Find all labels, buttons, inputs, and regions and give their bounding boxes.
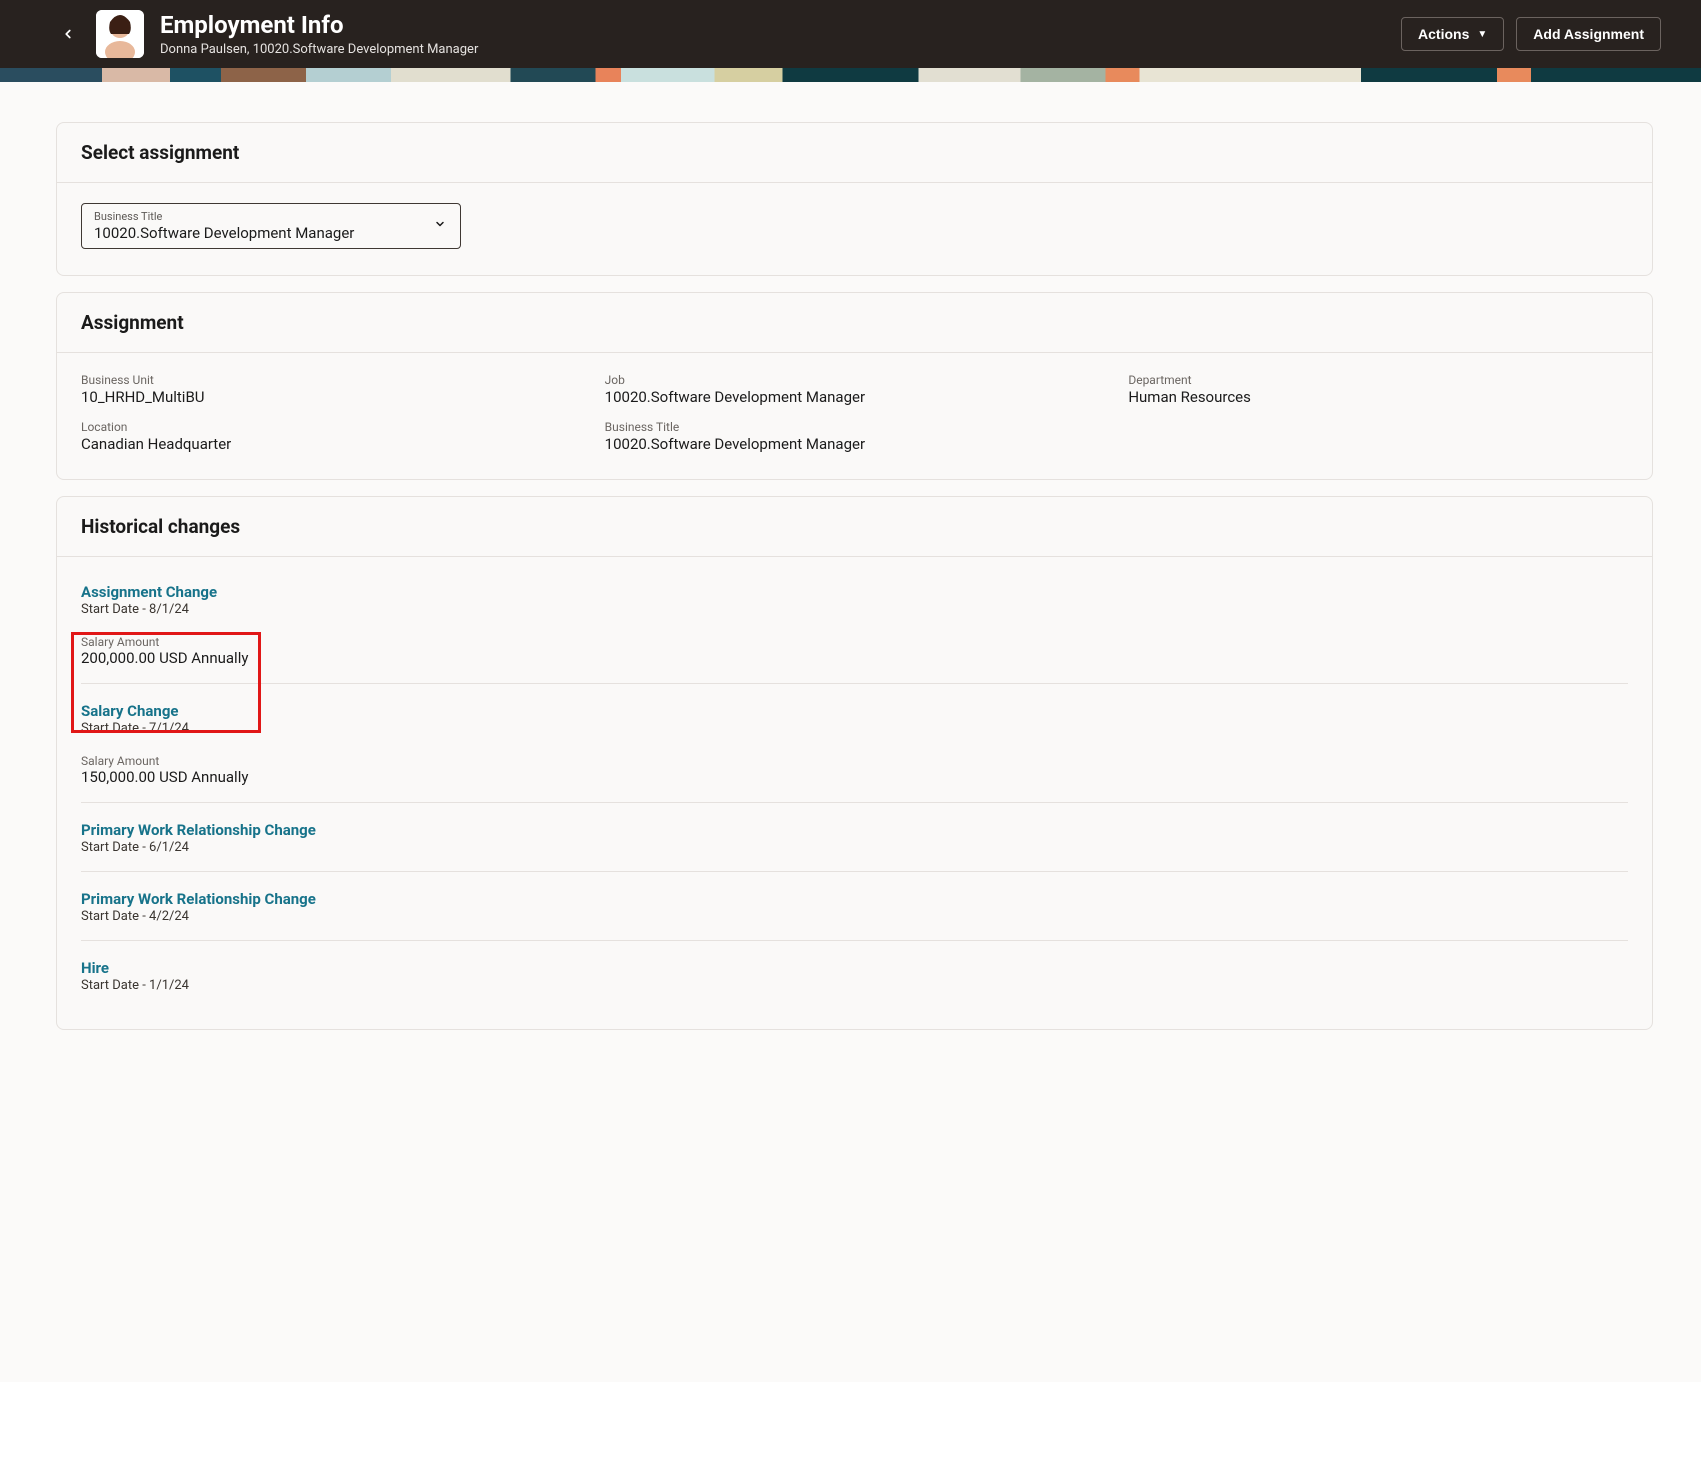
history-item-start-date: Start Date - 1/1/24 — [81, 978, 1628, 993]
field-label: Job — [605, 373, 1105, 387]
field-label: Business Title — [605, 420, 1105, 434]
history-salary-label: Salary Amount — [81, 635, 1628, 649]
field-value: Human Resources — [1128, 388, 1628, 406]
assignment-field: LocationCanadian Headquarter — [81, 420, 581, 453]
select-assignment-card: Select assignment Business Title 10020.S… — [56, 122, 1653, 276]
assignment-field: DepartmentHuman Resources — [1128, 373, 1628, 406]
field-value: 10020.Software Development Manager — [605, 435, 1105, 453]
history-item-start-date: Start Date - 7/1/24 — [81, 721, 1628, 736]
select-assignment-heading: Select assignment — [57, 123, 1652, 183]
decorative-banner — [0, 68, 1701, 82]
history-heading: Historical changes — [57, 497, 1652, 557]
page-subtitle: Donna Paulsen, 10020.Software Developmen… — [160, 42, 1401, 57]
history-item: Assignment ChangeStart Date - 8/1/24 Sala… — [81, 565, 1628, 684]
assignment-field: Business Unit10_HRHD_MultiBU — [81, 373, 581, 406]
field-value: 10_HRHD_MultiBU — [81, 388, 581, 406]
assignment-card: Assignment Business Unit10_HRHD_MultiBU J… — [56, 292, 1653, 480]
chevron-down-icon — [434, 218, 446, 234]
history-item: Salary ChangeStart Date - 7/1/24 Salary A… — [81, 684, 1628, 803]
header-actions: Actions ▼ Add Assignment — [1401, 17, 1661, 51]
history-item-title[interactable]: Assignment Change — [81, 583, 1628, 601]
assignment-field: Job10020.Software Development Manager — [605, 373, 1105, 406]
title-block: Employment Info Donna Paulsen, 10020.Sof… — [160, 11, 1401, 57]
history-salary-value: 200,000.00 USD Annually — [81, 649, 1628, 667]
history-item-start-date: Start Date - 4/2/24 — [81, 909, 1628, 924]
caret-down-icon: ▼ — [1477, 29, 1487, 40]
history-item: Primary Work Relationship ChangeStart Da… — [81, 872, 1628, 941]
business-title-select[interactable]: Business Title 10020.Software Developmen… — [81, 203, 461, 249]
actions-button[interactable]: Actions ▼ — [1401, 17, 1504, 51]
history-item: HireStart Date - 1/1/24 — [81, 941, 1628, 1009]
history-item: Primary Work Relationship ChangeStart Da… — [81, 803, 1628, 872]
history-salary-value: 150,000.00 USD Annually — [81, 768, 1628, 786]
field-value: Canadian Headquarter — [81, 435, 581, 453]
avatar — [96, 10, 144, 58]
field-value: 10020.Software Development Manager — [605, 388, 1105, 406]
actions-button-label: Actions — [1418, 26, 1469, 42]
page-header: Employment Info Donna Paulsen, 10020.Sof… — [0, 0, 1701, 68]
add-assignment-label: Add Assignment — [1533, 26, 1644, 42]
select-value: 10020.Software Development Manager — [94, 224, 448, 242]
history-salary-label: Salary Amount — [81, 754, 1628, 768]
page-title: Employment Info — [160, 11, 1401, 40]
assignment-field: Business Title10020.Software Development… — [605, 420, 1105, 453]
page-body: Select assignment Business Title 10020.S… — [0, 82, 1701, 1382]
add-assignment-button[interactable]: Add Assignment — [1516, 17, 1661, 51]
history-card: Historical changes Assignment ChangeStar… — [56, 496, 1653, 1030]
back-button[interactable] — [56, 22, 80, 46]
history-item-title[interactable]: Primary Work Relationship Change — [81, 821, 1628, 839]
history-item-start-date: Start Date - 8/1/24 — [81, 602, 1628, 617]
field-label: Department — [1128, 373, 1628, 387]
assignment-heading: Assignment — [57, 293, 1652, 353]
field-label: Business Unit — [81, 373, 581, 387]
history-item-title[interactable]: Hire — [81, 959, 1628, 977]
history-item-start-date: Start Date - 6/1/24 — [81, 840, 1628, 855]
history-item-title[interactable]: Salary Change — [81, 702, 1628, 720]
select-label: Business Title — [94, 210, 448, 223]
history-item-title[interactable]: Primary Work Relationship Change — [81, 890, 1628, 908]
field-label: Location — [81, 420, 581, 434]
